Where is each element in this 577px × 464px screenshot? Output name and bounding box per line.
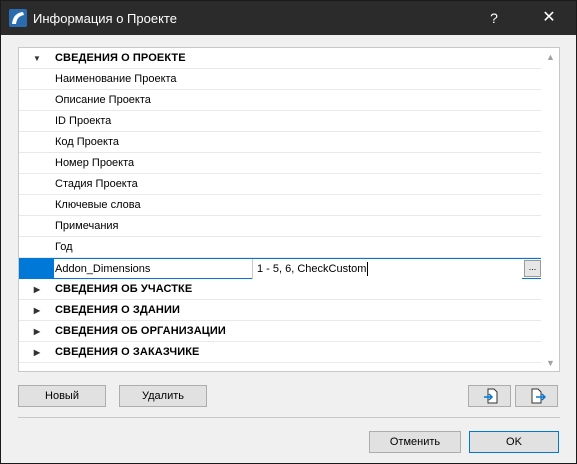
item-label: Примечания xyxy=(55,220,119,232)
item-label: Ключевые слова xyxy=(55,199,141,211)
group-label: СВЕДЕНИЯ ОБ УЧАСТКЕ xyxy=(55,283,193,295)
group-site-info[interactable]: ▶ СВЕДЕНИЯ ОБ УЧАСТКЕ xyxy=(19,279,541,300)
export-button[interactable] xyxy=(515,385,558,407)
export-icon xyxy=(531,388,546,404)
tree-item[interactable]: Год xyxy=(19,237,541,258)
item-label: Addon_Dimensions xyxy=(55,263,151,275)
group-label: СВЕДЕНИЯ О ПРОЕКТЕ xyxy=(55,52,186,64)
tree-rows: ▼ СВЕДЕНИЯ О ПРОЕКТЕ Наименование Проект… xyxy=(19,48,541,363)
group-client-info[interactable]: ▶ СВЕДЕНИЯ О ЗАКАЗЧИКЕ xyxy=(19,342,541,363)
help-button[interactable]: ? xyxy=(483,7,505,29)
item-label: Номер Проекта xyxy=(55,157,135,169)
item-label: Стадия Проекта xyxy=(55,178,138,190)
title-bar[interactable]: Информация о Проекте ? ✕ xyxy=(1,1,576,35)
item-label: Наименование Проекта xyxy=(55,73,177,85)
cancel-button[interactable]: Отменить xyxy=(369,431,461,453)
tree-item[interactable]: Код Проекта xyxy=(19,132,541,153)
item-label: Описание Проекта xyxy=(55,94,151,106)
value-input[interactable]: 1 - 5, 6, CheckCustom xyxy=(252,259,522,279)
delete-button[interactable]: Удалить xyxy=(119,385,207,407)
text-caret xyxy=(367,262,368,276)
tree-item[interactable]: Примечания xyxy=(19,216,541,237)
expand-triangle-icon[interactable]: ▶ xyxy=(31,300,43,321)
scroll-down-icon[interactable]: ▼ xyxy=(545,358,556,368)
group-label: СВЕДЕНИЯ О ЗДАНИИ xyxy=(55,304,180,316)
selection-highlight xyxy=(19,259,54,279)
project-info-dialog: Информация о Проекте ? ✕ ▼ СВЕДЕНИЯ О ПР… xyxy=(0,0,577,464)
group-label: СВЕДЕНИЯ О ЗАКАЗЧИКЕ xyxy=(55,346,200,358)
tree-item[interactable]: Ключевые слова xyxy=(19,195,541,216)
item-label: ID Проекта xyxy=(55,115,112,127)
item-label: Год xyxy=(55,241,73,253)
scroll-up-icon[interactable]: ▲ xyxy=(545,52,556,62)
expand-triangle-icon[interactable]: ▶ xyxy=(31,342,43,363)
tree-item[interactable]: Номер Проекта xyxy=(19,153,541,174)
expand-triangle-icon[interactable]: ▶ xyxy=(31,321,43,342)
collapse-triangle-icon[interactable]: ▼ xyxy=(31,48,43,69)
new-button[interactable]: Новый xyxy=(18,385,106,407)
app-logo-icon xyxy=(9,9,27,27)
ok-button[interactable]: OK xyxy=(469,431,559,453)
browse-button[interactable]: ... xyxy=(524,260,541,277)
import-button[interactable] xyxy=(468,385,511,407)
tree-item[interactable]: ID Проекта xyxy=(19,111,541,132)
expand-triangle-icon[interactable]: ▶ xyxy=(31,279,43,300)
group-building-info[interactable]: ▶ СВЕДЕНИЯ О ЗДАНИИ xyxy=(19,300,541,321)
project-info-tree: ▼ СВЕДЕНИЯ О ПРОЕКТЕ Наименование Проект… xyxy=(18,47,560,372)
selected-item-addon-dimensions[interactable]: Addon_Dimensions 1 - 5, 6, CheckCustom .… xyxy=(19,258,541,279)
import-icon xyxy=(484,388,498,404)
group-label: СВЕДЕНИЯ ОБ ОРГАНИЗАЦИИ xyxy=(55,325,226,337)
tree-item[interactable]: Описание Проекта xyxy=(19,90,541,111)
value-text[interactable]: 1 - 5, 6, CheckCustom xyxy=(257,259,366,279)
window-title: Информация о Проекте xyxy=(33,11,177,26)
tree-item[interactable]: Стадия Проекта xyxy=(19,174,541,195)
tree-item[interactable]: Наименование Проекта xyxy=(19,69,541,90)
group-organization-info[interactable]: ▶ СВЕДЕНИЯ ОБ ОРГАНИЗАЦИИ xyxy=(19,321,541,342)
close-button[interactable]: ✕ xyxy=(537,7,561,29)
divider xyxy=(18,417,560,418)
vertical-scrollbar[interactable]: ▲ ▼ xyxy=(541,48,559,371)
group-project-info[interactable]: ▼ СВЕДЕНИЯ О ПРОЕКТЕ xyxy=(19,48,541,69)
item-label: Код Проекта xyxy=(55,136,119,148)
